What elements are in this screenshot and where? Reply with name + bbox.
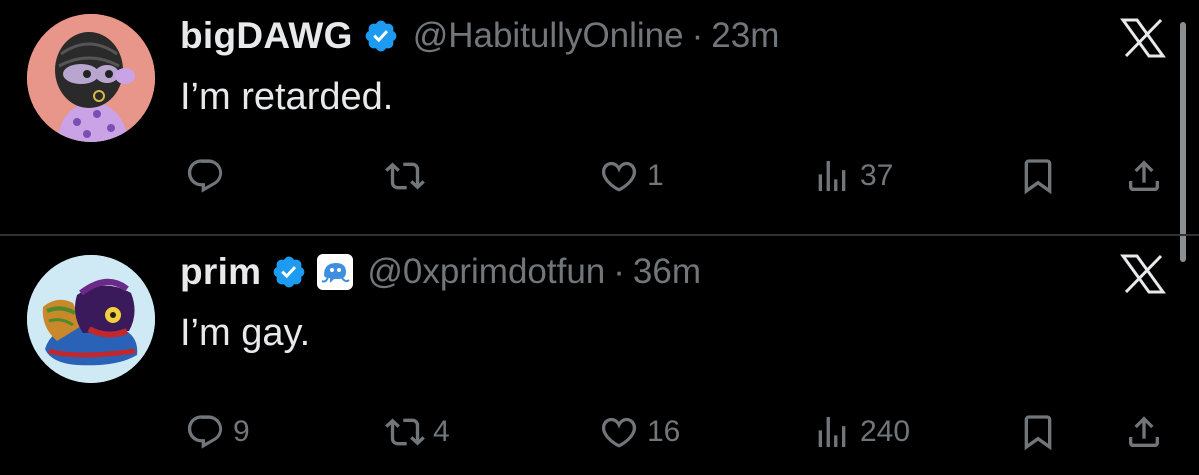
tweet-text: I’m retarded.: [180, 76, 394, 118]
avatar[interactable]: [27, 14, 155, 142]
timestamp[interactable]: 36m: [633, 252, 701, 292]
views-count: 240: [860, 415, 911, 448]
bookmark-icon: [1024, 415, 1052, 451]
share-button[interactable]: [1124, 148, 1164, 204]
share-button[interactable]: [1124, 404, 1164, 460]
tweet-header: prim @0xprimdotfun · 36m: [180, 248, 701, 296]
bookmark-icon: [1024, 159, 1052, 195]
like-count: 16: [647, 415, 681, 448]
retweet-button[interactable]: [385, 148, 433, 204]
display-name[interactable]: prim: [180, 251, 261, 293]
retweet-icon: [385, 162, 425, 190]
action-bar: 9 4 16 240: [0, 404, 1199, 460]
reply-icon: [187, 159, 223, 193]
views-button[interactable]: 37: [812, 148, 893, 204]
tweet[interactable]: bigDAWG @HabitullyOnline · 23m I’m retar…: [0, 0, 1199, 234]
reply-count: 9: [233, 415, 250, 448]
tweet-header: bigDAWG @HabitullyOnline · 23m: [180, 12, 779, 60]
avatar[interactable]: [27, 255, 155, 383]
like-count: 1: [647, 159, 664, 192]
affiliate-badge-icon[interactable]: [317, 254, 354, 290]
reply-icon: [187, 415, 223, 449]
retweet-button[interactable]: 4: [385, 404, 450, 460]
handle[interactable]: @HabitullyOnline: [413, 16, 684, 56]
separator: ·: [691, 16, 704, 55]
reply-button[interactable]: 9: [185, 404, 250, 460]
verified-badge-icon: [363, 18, 399, 54]
action-bar: 1 37: [0, 148, 1199, 204]
like-icon: [601, 417, 637, 448]
retweet-count: 4: [433, 415, 450, 448]
verified-badge-icon: [271, 254, 307, 290]
views-button[interactable]: 240: [812, 404, 910, 460]
display-name[interactable]: bigDAWG: [180, 15, 353, 57]
views-count: 37: [860, 159, 894, 192]
like-button[interactable]: 16: [599, 404, 680, 460]
share-icon: [1129, 160, 1159, 191]
tweet-text: I’m gay.: [180, 312, 311, 354]
share-icon: [1129, 416, 1159, 447]
separator: ·: [613, 252, 625, 291]
x-logo-icon: [1117, 18, 1169, 58]
x-logo-icon: [1117, 254, 1169, 294]
handle[interactable]: @0xprimdotfun: [367, 252, 605, 292]
like-button[interactable]: 1: [599, 148, 664, 204]
timestamp[interactable]: 23m: [711, 16, 779, 56]
views-icon: [818, 417, 846, 447]
bookmark-button[interactable]: [1018, 148, 1058, 204]
bookmark-button[interactable]: [1018, 404, 1058, 460]
reply-button[interactable]: [185, 148, 233, 204]
retweet-icon: [385, 418, 425, 446]
tweet[interactable]: prim @0xprimdotfun · 36m I’m gay. 9 4 16…: [0, 236, 1199, 475]
views-icon: [818, 161, 846, 191]
like-icon: [601, 161, 637, 192]
